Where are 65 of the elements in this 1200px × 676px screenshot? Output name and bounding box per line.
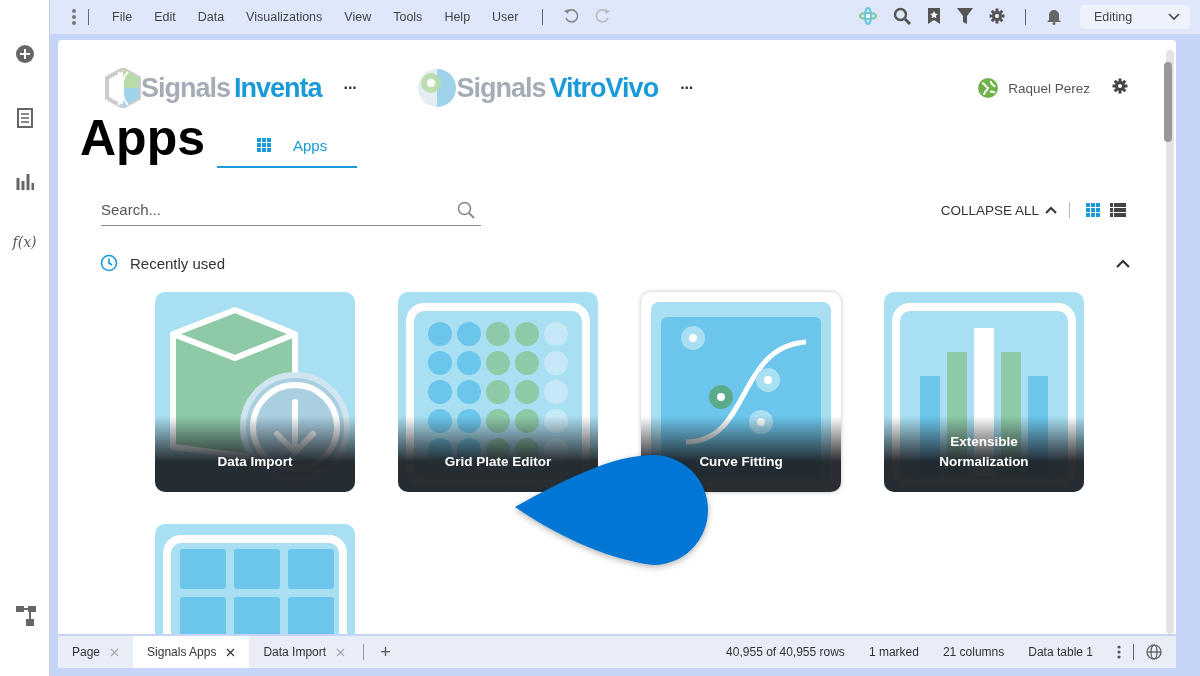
- menu-item[interactable]: Edit: [143, 10, 187, 24]
- collapse-section-button[interactable]: [1116, 258, 1130, 268]
- eye-logo-icon: [416, 68, 457, 108]
- flow-diagram-icon: [16, 606, 36, 626]
- bookmark-star-icon: [927, 6, 941, 25]
- data-point: [709, 385, 733, 409]
- settings-icon: [1112, 78, 1128, 94]
- status-text: 40,955 of 40,955 rows: [726, 645, 845, 659]
- app-tile[interactable]: Extensible Normalization: [884, 292, 1084, 492]
- atom-icon: [859, 6, 877, 25]
- status-text: 21 columns: [942, 645, 1005, 659]
- app-tile[interactable]: Grid Plate Editor: [398, 292, 598, 492]
- menu-item[interactable]: Data: [186, 10, 236, 24]
- document-list-icon: [16, 108, 33, 128]
- globe-icon: [1146, 644, 1162, 660]
- more-vertical-icon: [1117, 645, 1121, 659]
- page-tab[interactable]: Signals Apps: [133, 636, 250, 668]
- search-icon: [457, 201, 475, 219]
- formula-label[interactable]: f(x): [12, 234, 37, 250]
- page-tab[interactable]: Page: [58, 636, 134, 668]
- more-menu[interactable]: ···: [680, 79, 694, 97]
- scrollbar[interactable]: [1166, 50, 1174, 634]
- more-vertical-icon: [72, 9, 76, 25]
- collapse-all-button[interactable]: COLLAPSE ALL: [940, 202, 1057, 218]
- chevron-down-icon: [1168, 13, 1180, 21]
- data-point: [749, 410, 773, 434]
- settings-icon: [989, 7, 1005, 24]
- menu-item[interactable]: File: [101, 10, 144, 24]
- grid-icon: [257, 138, 271, 152]
- page-tab[interactable]: Data Import: [249, 636, 360, 668]
- undo-icon: [562, 7, 579, 24]
- app-tile[interactable]: Curve Fitting: [641, 292, 841, 492]
- close-icon: [336, 647, 346, 657]
- menu-item[interactable]: User: [481, 10, 530, 24]
- add-tab-button[interactable]: +: [368, 641, 403, 663]
- close-icon: [226, 647, 236, 657]
- globe-icon: [978, 78, 999, 98]
- data-point: [756, 368, 780, 392]
- page-title: Apps: [80, 109, 205, 168]
- clock-icon: [100, 254, 118, 272]
- filter-icon: [957, 6, 973, 25]
- menu-item[interactable]: Help: [433, 10, 482, 24]
- search-icon: [893, 6, 911, 25]
- status-text: Data table 1: [1028, 645, 1093, 659]
- user-name[interactable]: Raquel Perez: [1008, 80, 1090, 96]
- menu-item[interactable]: Visualizations: [235, 10, 334, 24]
- app-tile[interactable]: Data Import: [155, 292, 355, 492]
- data-point: [681, 326, 705, 350]
- menu-item[interactable]: Tools: [382, 10, 434, 24]
- search-field[interactable]: Search...: [101, 194, 481, 226]
- redo-icon: [594, 7, 611, 24]
- add-circle-icon: [14, 44, 35, 64]
- status-text: 1 marked: [868, 645, 919, 659]
- tile-label: Extensible Normalization: [938, 433, 1030, 471]
- tile-label: Data Import: [216, 453, 294, 471]
- chevron-up-icon: [1045, 206, 1057, 214]
- menu-item[interactable]: View: [333, 10, 383, 24]
- helix-logo-icon: [105, 68, 141, 108]
- more-menu[interactable]: ···: [343, 79, 357, 97]
- mode-dropdown[interactable]: Editing: [1080, 5, 1190, 29]
- section-title: Recently used: [130, 254, 226, 272]
- close-icon: [110, 647, 120, 657]
- tile-label: Grid Plate Editor: [443, 453, 553, 471]
- tile-label: Curve Fitting: [698, 453, 784, 471]
- bar-chart-icon: [15, 172, 34, 190]
